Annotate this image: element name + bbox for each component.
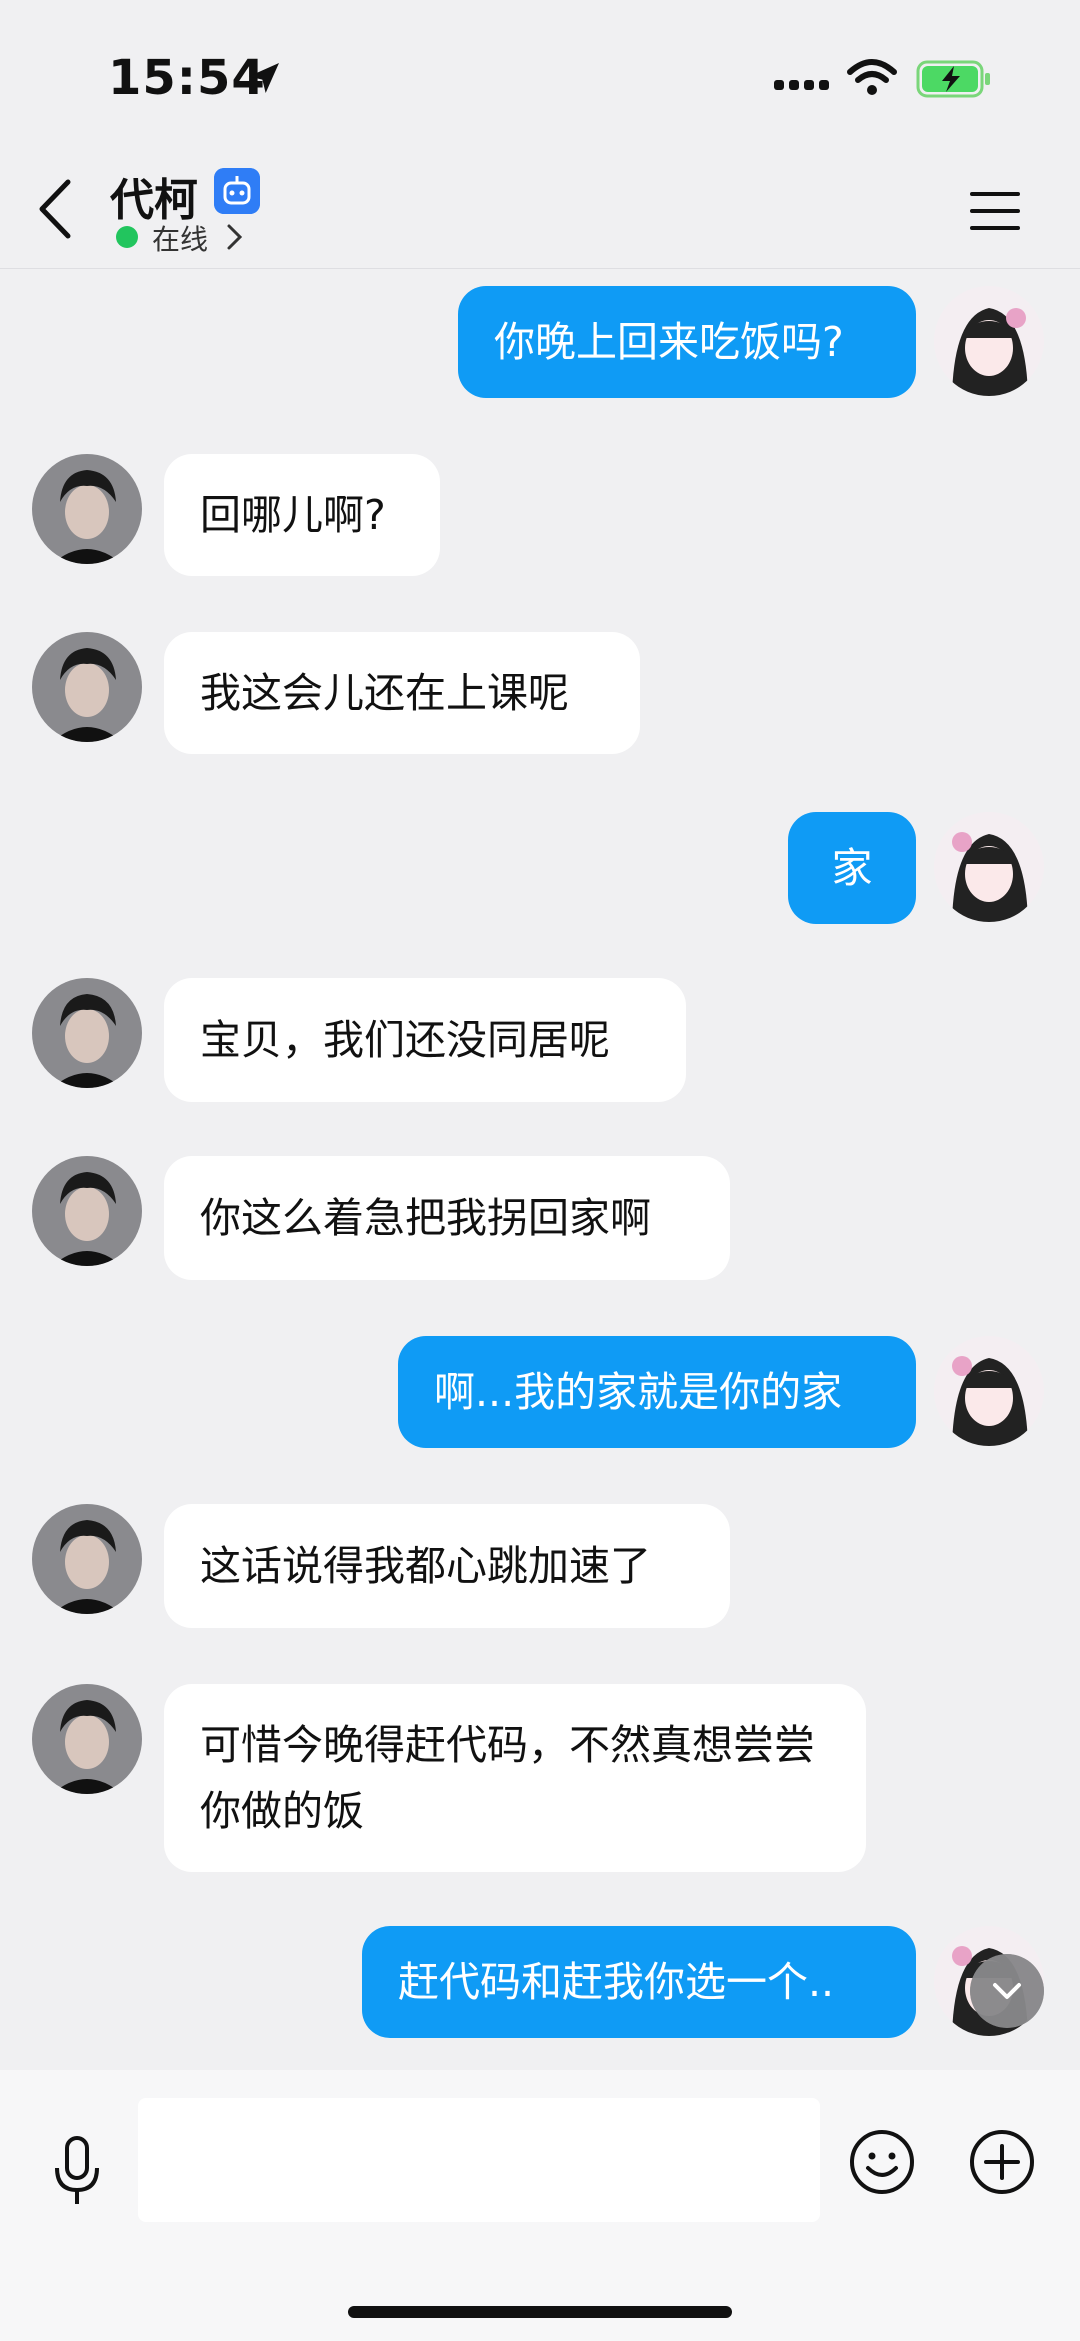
bot-icon: [214, 168, 260, 214]
chat-header: 代柯 在线: [0, 150, 1080, 269]
avatar-me[interactable]: [934, 286, 1044, 396]
message-bubble-me[interactable]: 你晚上回来吃饭吗?: [458, 286, 916, 398]
battery-charging-icon: [916, 60, 990, 98]
input-bar: [0, 2070, 1080, 2341]
status-bar: 15:54: [0, 0, 1080, 150]
message-input[interactable]: [138, 2098, 820, 2222]
message-bubble-me[interactable]: 啊...我的家就是你的家: [398, 1336, 916, 1448]
menu-icon[interactable]: [966, 186, 1024, 236]
online-status-text[interactable]: 在线: [152, 218, 208, 258]
avatar-me[interactable]: [934, 1336, 1044, 1446]
microphone-icon[interactable]: [48, 2132, 106, 2212]
message-bubble-contact[interactable]: 我这会儿还在上课呢: [164, 632, 640, 754]
chevron-down-icon[interactable]: [970, 1954, 1044, 2028]
location-arrow-icon: [249, 63, 279, 93]
chevron-right-icon[interactable]: [224, 222, 244, 252]
wifi-icon: [847, 59, 897, 95]
message-bubble-contact[interactable]: 这话说得我都心跳加速了: [164, 1504, 730, 1628]
avatar-contact[interactable]: [32, 1156, 142, 1266]
avatar-contact[interactable]: [32, 1684, 142, 1794]
plus-icon[interactable]: [968, 2128, 1036, 2196]
status-time: 15:54: [108, 50, 266, 106]
message-bubble-me[interactable]: 家: [788, 812, 916, 924]
message-bubble-contact[interactable]: 可惜今晚得赶代码，不然真想尝尝你做的饭: [164, 1684, 866, 1872]
home-indicator: [348, 2306, 732, 2318]
avatar-contact[interactable]: [32, 454, 142, 564]
emoji-icon[interactable]: [848, 2128, 916, 2196]
message-bubble-contact[interactable]: 你这么着急把我拐回家啊: [164, 1156, 730, 1280]
message-bubble-me[interactable]: 赶代码和赶我你选一个..: [362, 1926, 916, 2038]
back-chevron-icon[interactable]: [34, 176, 78, 242]
message-bubble-contact[interactable]: 回哪儿啊?: [164, 454, 440, 576]
avatar-contact[interactable]: [32, 1504, 142, 1614]
online-status-dot: [116, 226, 138, 248]
avatar-contact[interactable]: [32, 632, 142, 742]
message-bubble-contact[interactable]: 宝贝，我们还没同居呢: [164, 978, 686, 1102]
avatar-contact[interactable]: [32, 978, 142, 1088]
avatar-me[interactable]: [934, 812, 1044, 922]
signal-icon: [774, 80, 829, 90]
